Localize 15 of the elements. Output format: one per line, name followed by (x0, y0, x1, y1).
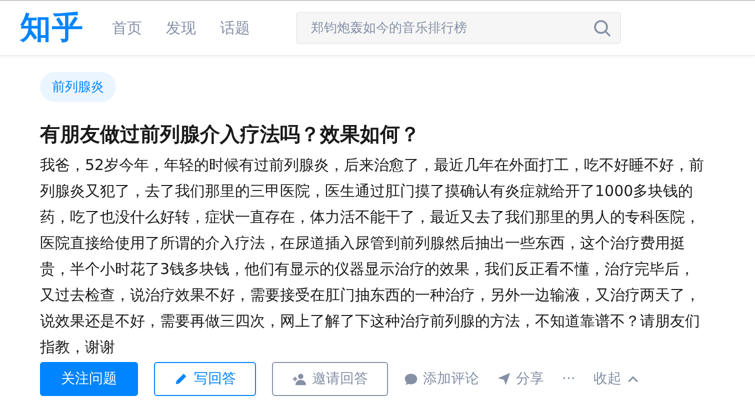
comment-link[interactable]: 添加评论 (404, 370, 479, 388)
nav-link[interactable]: 发现 (166, 18, 196, 38)
more-button[interactable]: ··· (562, 371, 576, 387)
share-link[interactable]: 分享 (497, 370, 544, 388)
search-field[interactable]: 郑钧炮轰如今的音乐排行榜 (296, 12, 621, 44)
follow-button[interactable]: 关注问题 (40, 362, 138, 396)
invite-button[interactable]: 邀请回答 (272, 362, 388, 396)
nav-link[interactable]: 话题 (220, 18, 250, 38)
topic-tag[interactable]: 前列腺炎 (40, 72, 116, 102)
write-answer-button[interactable]: 写回答 (154, 362, 256, 396)
question-title: 有朋友做过前列腺介入疗法吗？效果如何？ (40, 121, 421, 148)
question-body: 我爸，52岁今年，年轻的时候有过前列腺炎，后来治愈了，最近几年在外面打工，吃不好睡不好，前列腺炎又犯了，去了我们那里的三甲医院，医生通过肛门摸了摸确认有炎症就给开了1000多块钱的药，吃了也没什么好转，症状一直存在，体力活不能干了，最近又去了我们那里的男人的专科医院，医院直接给使用了所谓的介入疗法，在尿道插入尿管到前列腺然后抽出一些东西，这个治疗费用挺贵，半个小时花了3钱多块钱，他们有显示的仪器显示治疗的效果，我们反正看不懂，治疗完毕后，又过去检查，说治疗效果不好，需要接受在肛门抽东西的一种治疗，另外一边输液，又治疗两天了，说效果还是不好，需要再做三四次，网上了解了下这种治疗前列腺的方法，不知道靠谱不？请朋友们指教，谢谢 (40, 155, 706, 358)
nav-link[interactable]: 首页 (112, 18, 142, 38)
collapse-link[interactable]: 收起 (593, 370, 640, 388)
logo[interactable]: 知乎 (20, 7, 84, 49)
